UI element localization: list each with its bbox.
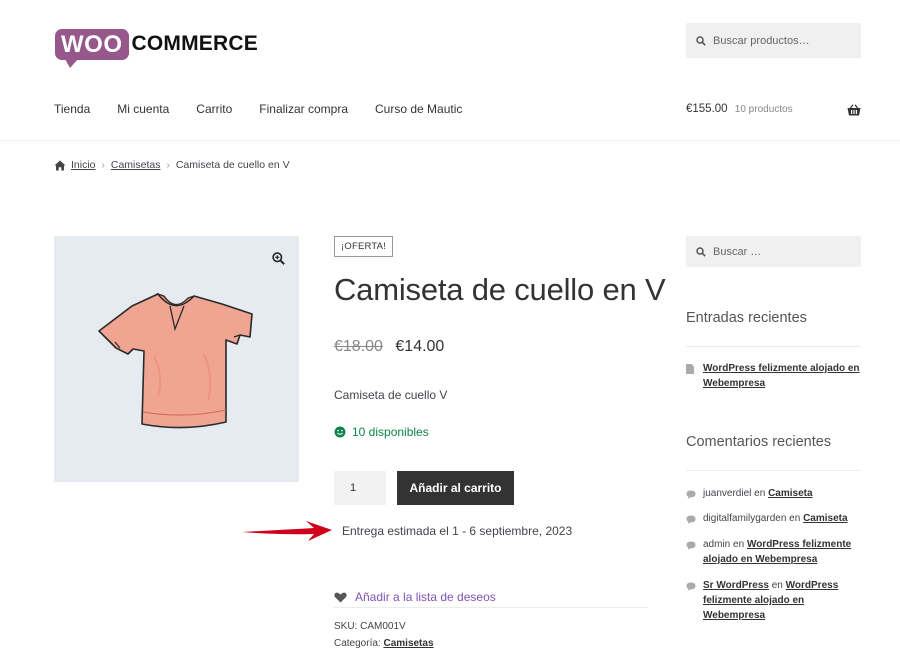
- recent-comment-item: admin en WordPress felizmente alojado en…: [686, 537, 861, 567]
- widget-divider: [686, 470, 861, 471]
- nav-item-curso-mautic[interactable]: Curso de Mautic: [375, 102, 462, 116]
- regular-price: €18.00: [334, 338, 383, 355]
- comment-author: admin: [703, 539, 731, 550]
- nav-item-mi-cuenta[interactable]: Mi cuenta: [117, 102, 169, 116]
- heart-icon: [334, 592, 347, 602]
- product-search-placeholder: Buscar productos…: [713, 34, 810, 47]
- home-icon: [54, 160, 66, 170]
- category-link[interactable]: Camisetas: [383, 638, 433, 649]
- tshirt-image: [98, 292, 253, 429]
- logo-woo-text: WOO: [55, 28, 129, 68]
- recent-comment-item: juanverdiel en Camiseta: [686, 486, 861, 504]
- sidebar-search-input[interactable]: Buscar …: [686, 236, 861, 267]
- nav-item-finalizar-compra[interactable]: Finalizar compra: [259, 102, 348, 116]
- search-icon: [696, 35, 706, 46]
- zoom-icon[interactable]: [272, 252, 285, 270]
- comment-icon: [686, 486, 703, 504]
- product-price: €18.00 €14.00: [334, 338, 444, 356]
- widget-divider: [686, 346, 861, 347]
- sale-price: €14.00: [395, 338, 445, 355]
- category-label: Categoría:: [334, 638, 381, 649]
- cart-total-amount: €155.00: [686, 103, 728, 115]
- comment-author: digitalfamilygarden: [703, 513, 787, 524]
- comment-on: en: [754, 488, 766, 499]
- sku-label: SKU:: [334, 621, 358, 632]
- product-search-input[interactable]: Buscar productos…: [686, 23, 861, 58]
- search-icon: [696, 246, 706, 257]
- comment-icon: [686, 578, 703, 623]
- arrow-icon: [240, 517, 336, 550]
- breadcrumb-separator: ›: [166, 159, 170, 171]
- breadcrumb: Inicio › Camisetas › Camiseta de cuello …: [54, 159, 290, 171]
- comment-on: en: [733, 539, 745, 550]
- comment-icon: [686, 511, 703, 529]
- main-nav: Tienda Mi cuenta Carrito Finalizar compr…: [54, 102, 489, 116]
- header-divider: [0, 140, 900, 141]
- basket-icon[interactable]: [847, 103, 861, 121]
- wishlist-label: Añadir a la lista de deseos: [355, 590, 496, 604]
- stock-text: 10 disponibles: [352, 425, 429, 439]
- add-to-cart-button[interactable]: Añadir al carrito: [397, 471, 514, 505]
- breadcrumb-home[interactable]: Inicio: [71, 159, 96, 171]
- comment-post-link[interactable]: Camiseta: [803, 513, 847, 524]
- quantity-input[interactable]: 1: [334, 471, 386, 505]
- sale-badge: ¡OFERTA!: [334, 236, 394, 257]
- document-icon: [686, 361, 703, 391]
- recent-comment-item: Sr WordPress en WordPress felizmente alo…: [686, 578, 861, 623]
- header-cart-link[interactable]: €155.00 10 productos: [686, 103, 793, 115]
- nav-item-tienda[interactable]: Tienda: [54, 102, 90, 116]
- recent-post-link[interactable]: WordPress felizmente alojado en Webempre…: [703, 361, 861, 391]
- stock-status: 10 disponibles: [334, 425, 429, 439]
- recent-posts-title: Entradas recientes: [686, 310, 807, 326]
- sidebar-search-placeholder: Buscar …: [713, 245, 762, 258]
- comment-icon: [686, 537, 703, 567]
- estimated-delivery: Entrega estimada el 1 - 6 septiembre, 20…: [342, 524, 573, 538]
- add-to-wishlist-link[interactable]: Añadir a la lista de deseos: [334, 590, 496, 604]
- product-sku: SKU: CAM001V: [334, 621, 406, 632]
- breadcrumb-current: Camiseta de cuello en V: [175, 159, 290, 171]
- smiley-icon: [334, 426, 346, 438]
- woocommerce-logo[interactable]: WOO COMMERCE: [55, 26, 258, 68]
- comment-post-link[interactable]: Camiseta: [768, 488, 812, 499]
- product-short-description: Camiseta de cuello V: [334, 388, 448, 402]
- product-category: Categoría: Camisetas: [334, 638, 434, 649]
- comment-on: en: [789, 513, 801, 524]
- comment-author-link[interactable]: Sr WordPress: [703, 580, 769, 591]
- breadcrumb-category[interactable]: Camisetas: [111, 159, 161, 171]
- cart-item-count: 10 productos: [734, 104, 793, 115]
- product-title: Camiseta de cuello en V: [334, 272, 666, 307]
- recent-post-item: WordPress felizmente alojado en Webempre…: [686, 361, 861, 391]
- comment-author: juanverdiel: [703, 488, 752, 499]
- product-image[interactable]: [54, 236, 299, 482]
- nav-item-carrito[interactable]: Carrito: [196, 102, 232, 116]
- quantity-value: 1: [350, 482, 357, 494]
- recent-comment-item: digitalfamilygarden en Camiseta: [686, 511, 861, 529]
- logo-commerce-text: COMMERCE: [131, 32, 258, 55]
- comment-on: en: [771, 580, 783, 591]
- recent-comments-title: Comentarios recientes: [686, 434, 832, 450]
- breadcrumb-separator: ›: [101, 159, 105, 171]
- sku-value: CAM001V: [360, 621, 406, 632]
- wishlist-divider: [334, 607, 648, 608]
